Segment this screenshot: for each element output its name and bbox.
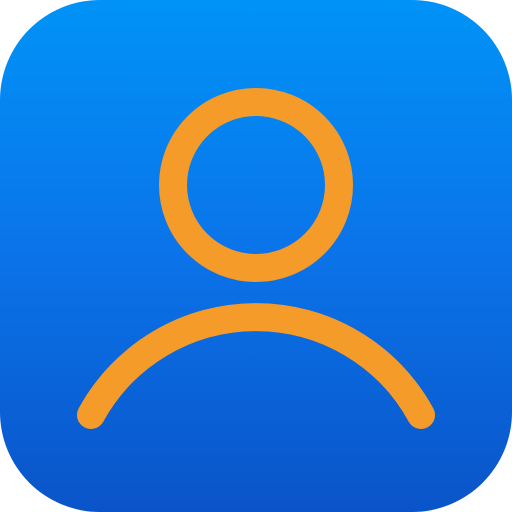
- user-icon-head: [159, 88, 353, 282]
- user-icon: [77, 88, 435, 429]
- user-icon-shoulders: [77, 303, 435, 429]
- app-icon[interactable]: [0, 0, 512, 512]
